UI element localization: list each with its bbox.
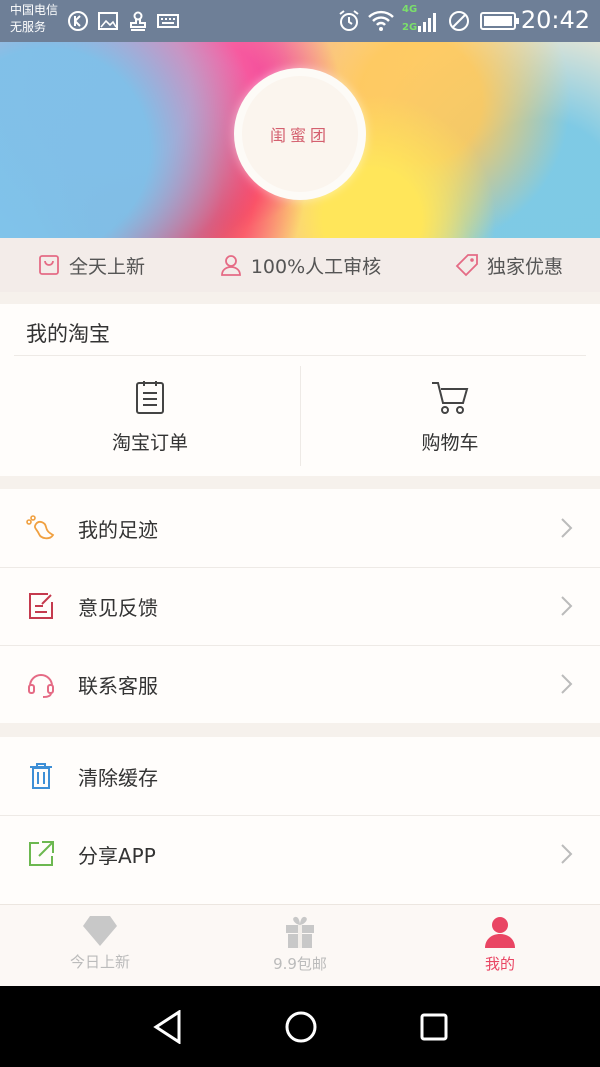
feedback-icon-wrap: [26, 591, 56, 621]
menu-item-customer-service[interactable]: 联系客服: [0, 645, 600, 723]
section-title: 我的淘宝: [26, 322, 110, 346]
tab-mine[interactable]: 我的: [400, 905, 600, 987]
tag-icon: [455, 254, 478, 277]
trash-icon-wrap: [26, 761, 56, 791]
menu-item-footprint[interactable]: 我的足迹: [0, 489, 600, 567]
footprint-icon: [26, 515, 55, 540]
service-status: 无服务: [10, 20, 47, 34]
home-icon[interactable]: [284, 1010, 318, 1044]
tab-label: 9.9包邮: [273, 955, 327, 973]
chevron-right-icon: [561, 674, 573, 694]
stamp-icon: [130, 11, 146, 31]
chevron-right-icon: [561, 518, 573, 538]
wifi-icon: [368, 10, 394, 31]
trash-icon: [30, 763, 52, 789]
person-icon: [485, 917, 515, 948]
features-strip: 全天上新 100%人工审核 独家优惠: [0, 238, 600, 292]
network-badge-4g: 4G: [402, 4, 418, 15]
menu-item-share-app[interactable]: 分享APP: [0, 815, 600, 893]
headset-icon-wrap: [26, 669, 56, 699]
status-bar: 中国电信 无服务 4G 2G 20:42: [0, 0, 600, 42]
headset-icon: [28, 674, 54, 698]
feature-label: 100%人工审核: [250, 255, 382, 278]
menu-item-feedback[interactable]: 意见反馈: [0, 567, 600, 645]
battery-icon: [480, 12, 519, 30]
feature-exclusive-discount: 独家优惠: [455, 252, 563, 279]
cart-icon: [432, 382, 469, 414]
feature-label: 独家优惠: [487, 255, 564, 278]
gift-icon: [286, 916, 314, 948]
menu-label: 联系客服: [78, 673, 158, 698]
tab-label: 我的: [484, 955, 515, 973]
signal-icon: [418, 13, 436, 32]
no-sim-icon: [449, 11, 469, 31]
divider: [14, 355, 586, 356]
share-icon: [29, 841, 54, 866]
tab-label: 今日上新: [69, 953, 130, 971]
diamond-icon: [83, 916, 117, 946]
tab-free-shipping[interactable]: 9.9包邮: [200, 905, 400, 987]
clock: 20:42: [520, 6, 590, 34]
system-navigation-bar: [0, 986, 600, 1067]
alarm-icon: [339, 10, 359, 31]
taobao-orders-button[interactable]: 淘宝订单: [0, 380, 300, 472]
keyboard-icon: [157, 14, 179, 28]
carrier-info: 中国电信 无服务: [10, 2, 58, 36]
person-icon: [220, 255, 241, 276]
k-app-icon: [68, 11, 88, 31]
cart-label: 购物车: [421, 432, 479, 454]
logo-text: 闺蜜团: [269, 126, 330, 145]
footprint-icon-wrap: [26, 513, 56, 543]
shopping-cart-button[interactable]: 购物车: [300, 380, 600, 472]
menu-label: 分享APP: [78, 843, 156, 868]
bag-icon: [39, 255, 59, 275]
orders-label: 淘宝订单: [111, 432, 188, 454]
chevron-right-icon: [561, 596, 573, 616]
order-icon: [136, 381, 164, 414]
back-icon[interactable]: [153, 1010, 183, 1044]
chevron-right-icon: [561, 844, 573, 864]
carrier-name: 中国电信: [10, 3, 59, 17]
tab-today-new[interactable]: 今日上新: [0, 905, 200, 987]
feature-label: 全天上新: [68, 255, 145, 278]
network-type: 4G 2G: [402, 4, 417, 34]
recents-icon[interactable]: [420, 1012, 448, 1042]
app-logo[interactable]: 闺蜜团: [234, 68, 366, 200]
feature-manual-review: 100%人工审核: [219, 252, 381, 279]
menu-label: 我的足迹: [78, 517, 158, 542]
image-icon: [98, 12, 118, 30]
menu-label: 意见反馈: [78, 595, 158, 620]
bottom-tab-bar: 今日上新 9.9包邮 我的: [0, 904, 600, 987]
share-icon-wrap: [26, 839, 56, 869]
feature-new-daily: 全天上新: [37, 252, 145, 279]
menu-item-clear-cache[interactable]: 清除缓存: [0, 737, 600, 815]
feedback-icon: [29, 593, 53, 619]
network-badge-2g: 2G: [402, 22, 418, 33]
menu-label: 清除缓存: [78, 765, 158, 790]
